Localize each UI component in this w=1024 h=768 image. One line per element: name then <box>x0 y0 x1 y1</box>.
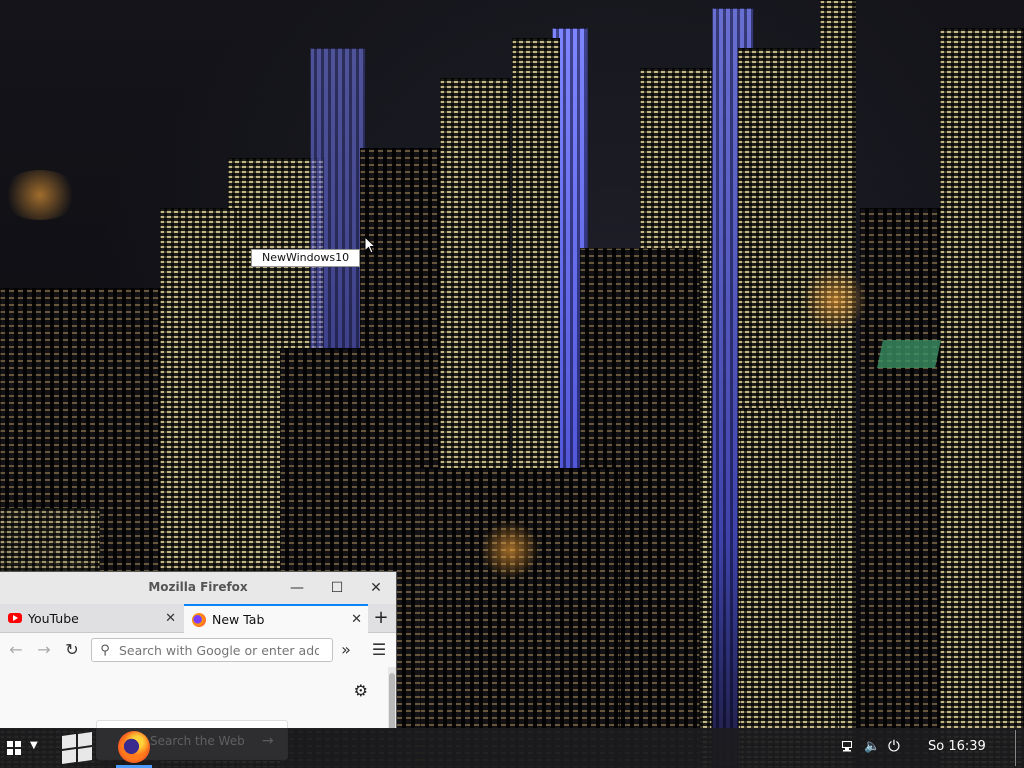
gear-icon[interactable]: ⚙ <box>354 681 368 700</box>
firefox-icon <box>118 731 150 763</box>
start-menu-icon[interactable] <box>7 741 21 755</box>
minimize-icon[interactable]: — <box>288 579 306 597</box>
tab-label: YouTube <box>28 610 79 626</box>
tab-close-icon[interactable]: ✕ <box>165 611 176 626</box>
tab-youtube[interactable]: YouTube ✕ <box>0 604 182 632</box>
building <box>860 208 940 768</box>
nav-toolbar: ← → ↻ ⚲ » ☰ <box>0 633 396 668</box>
close-icon[interactable]: ✕ <box>367 579 385 597</box>
network-icon[interactable] <box>842 741 855 752</box>
building <box>740 408 840 768</box>
power-icon[interactable]: ⏻ <box>888 737 900 755</box>
desktop-tooltip: NewWindows10 <box>251 249 361 267</box>
maximize-icon[interactable]: ☐ <box>328 579 346 597</box>
volume-icon[interactable]: 🔈 <box>864 739 880 754</box>
url-input[interactable] <box>114 642 319 658</box>
firefox-icon <box>192 612 206 627</box>
building <box>940 28 1024 768</box>
new-tab-button[interactable]: + <box>370 607 392 629</box>
youtube-icon <box>8 613 22 623</box>
chevron-down-icon[interactable]: ▼ <box>30 740 38 751</box>
show-desktop-divider[interactable] <box>1015 730 1016 766</box>
street-glow <box>0 170 80 220</box>
mouse-cursor-icon <box>364 236 376 254</box>
arrow-right-icon: → <box>262 733 274 749</box>
url-bar[interactable]: ⚲ <box>91 638 333 662</box>
new-tab-page: ⚙ <box>0 667 396 728</box>
taskbar: ▼ Search the Web → 🔈 ⏻ So 16:39 <box>0 728 1024 768</box>
page-search-placeholder: Search the Web <box>150 734 245 748</box>
tab-new-tab[interactable]: New Tab ✕ <box>184 604 368 633</box>
building <box>420 468 620 768</box>
tab-strip: YouTube ✕ New Tab ✕ + <box>0 604 396 633</box>
back-arrow-icon[interactable]: ← <box>6 640 26 660</box>
hamburger-menu-icon[interactable]: ☰ <box>369 640 389 660</box>
windows-logo-icon[interactable] <box>60 732 92 764</box>
street-glow <box>800 270 870 330</box>
firefox-window: Mozilla Firefox — ☐ ✕ YouTube ✕ New Tab … <box>0 572 396 728</box>
tab-close-icon[interactable]: ✕ <box>351 612 362 627</box>
park <box>877 340 941 368</box>
forward-arrow-icon[interactable]: → <box>34 640 54 660</box>
scrollbar[interactable] <box>388 667 396 728</box>
search-icon: ⚲ <box>100 642 110 658</box>
street-glow <box>480 520 540 580</box>
window-titlebar[interactable]: Mozilla Firefox — ☐ ✕ <box>0 572 396 604</box>
taskbar-clock[interactable]: So 16:39 <box>928 739 986 754</box>
tab-label: New Tab <box>212 612 265 627</box>
reload-icon[interactable]: ↻ <box>62 640 82 660</box>
scrollbar-thumb[interactable] <box>389 673 395 728</box>
overflow-chevron-icon[interactable]: » <box>336 640 356 660</box>
